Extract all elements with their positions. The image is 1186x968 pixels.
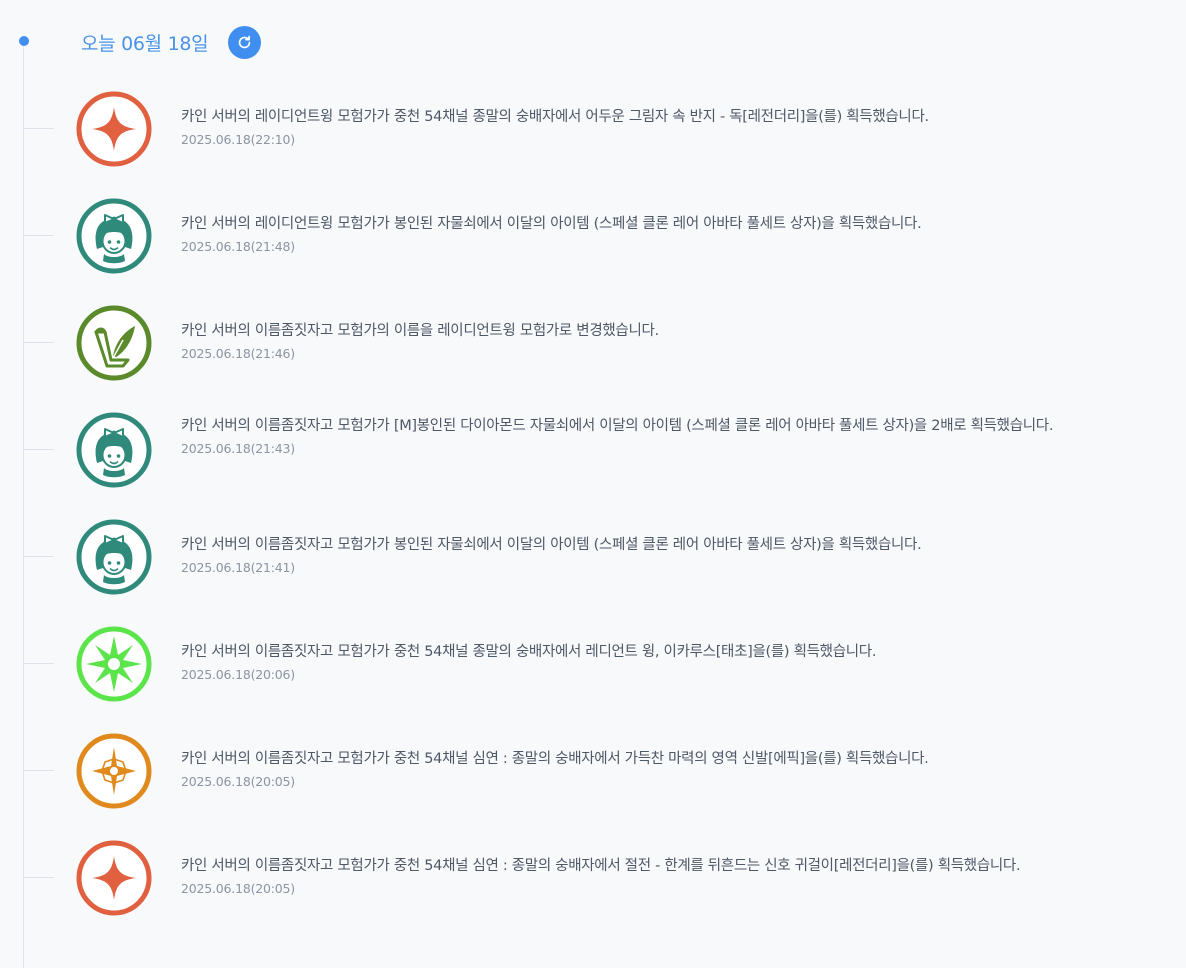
legendary-star-icon (75, 90, 153, 168)
entry-message: 카인 서버의 이름좀짓자고 모험가가 [M]봉인된 다이아몬드 자물쇠에서 이달… (181, 418, 1054, 434)
entry-tick (24, 235, 54, 236)
entry-tick (24, 128, 54, 129)
legendary-star-icon (75, 839, 153, 917)
entry-message: 카인 서버의 레이디언트윙 모험가가 중천 54채널 종말의 숭배자에서 어두운… (181, 109, 929, 125)
entry-text: 카인 서버의 이름좀짓자고 모험가가 중천 54채널 심연 : 종말의 숭배자에… (181, 747, 1141, 791)
entry-message: 카인 서버의 이름좀짓자고 모험가가 중천 54채널 심연 : 종말의 숭배자에… (181, 858, 1021, 874)
entry-tick (24, 342, 54, 343)
entry-tick (24, 449, 54, 450)
entry-message: 카인 서버의 이름좀짓자고 모험가가 중천 54채널 종말의 숭배자에서 레디언… (181, 644, 877, 660)
refresh-button[interactable] (228, 25, 262, 59)
entry-timestamp: 2025.06.18(21:43) (181, 441, 295, 456)
timeline-entry: 카인 서버의 이름좀짓자고 모험가의 이름을 레이디언트윙 모험가로 변경했습니… (0, 304, 1186, 384)
entry-text: 카인 서버의 레이디언트윙 모험가가 중천 54채널 종말의 숭배자에서 어두운… (181, 105, 1141, 149)
avatar-girl-icon (75, 197, 153, 275)
timeline-entry: 카인 서버의 레이디언트윙 모험가가 봉인된 자물쇠에서 이달의 아이템 (스페… (0, 197, 1186, 277)
entry-text: 카인 서버의 이름좀짓자고 모험가가 [M]봉인된 다이아몬드 자물쇠에서 이달… (181, 414, 1141, 458)
entry-tick (24, 556, 54, 557)
entry-timestamp: 2025.06.18(21:46) (181, 346, 295, 361)
timeline-entry: 카인 서버의 이름좀짓자고 모험가가 봉인된 자물쇠에서 이달의 아이템 (스페… (0, 518, 1186, 598)
entry-timestamp: 2025.06.18(20:05) (181, 774, 295, 789)
activity-timeline: 오늘 06월 18일 카인 서버의 레이디언트윙 모험가가 중천 54채널 종말… (0, 0, 1186, 968)
entry-timestamp: 2025.06.18(20:06) (181, 667, 295, 682)
entry-text: 카인 서버의 이름좀짓자고 모험가가 봉인된 자물쇠에서 이달의 아이템 (스페… (181, 533, 1141, 577)
avatar-girl-icon (75, 518, 153, 596)
entry-text: 카인 서버의 이름좀짓자고 모험가가 중천 54채널 심연 : 종말의 숭배자에… (181, 854, 1141, 898)
entry-timestamp: 2025.06.18(20:05) (181, 881, 295, 896)
entry-message: 카인 서버의 레이디언트윙 모험가가 봉인된 자물쇠에서 이달의 아이템 (스페… (181, 216, 922, 232)
entry-tick (24, 877, 54, 878)
entry-tick (24, 663, 54, 664)
timeline-header: 오늘 06월 18일 (81, 24, 262, 60)
date-title: 오늘 06월 18일 (81, 32, 209, 55)
timeline-entry: 카인 서버의 이름좀짓자고 모험가가 중천 54채널 심연 : 종말의 숭배자에… (0, 839, 1186, 919)
epic-star-icon (75, 732, 153, 810)
avatar-girl-icon (75, 411, 153, 489)
entry-timestamp: 2025.06.18(21:48) (181, 239, 295, 254)
timeline-entry: 카인 서버의 이름좀짓자고 모험가가 중천 54채널 심연 : 종말의 숭배자에… (0, 732, 1186, 812)
timeline-dot (19, 36, 29, 46)
timeline-entry: 카인 서버의 레이디언트윙 모험가가 중천 54채널 종말의 숭배자에서 어두운… (0, 90, 1186, 170)
entry-message: 카인 서버의 이름좀짓자고 모험가가 봉인된 자물쇠에서 이달의 아이템 (스페… (181, 537, 922, 553)
rename-quill-icon (75, 304, 153, 382)
entry-text: 카인 서버의 레이디언트윙 모험가가 봉인된 자물쇠에서 이달의 아이템 (스페… (181, 212, 1141, 256)
timeline-entry: 카인 서버의 이름좀짓자고 모험가가 [M]봉인된 다이아몬드 자물쇠에서 이달… (0, 411, 1186, 491)
entry-message: 카인 서버의 이름좀짓자고 모험가의 이름을 레이디언트윙 모험가로 변경했습니… (181, 323, 659, 339)
entry-timestamp: 2025.06.18(22:10) (181, 132, 295, 147)
refresh-icon (239, 35, 251, 48)
entry-message: 카인 서버의 이름좀짓자고 모험가가 중천 54채널 심연 : 종말의 숭배자에… (181, 751, 929, 767)
timeline-line (23, 40, 24, 968)
entry-text: 카인 서버의 이름좀짓자고 모험가가 중천 54채널 종말의 숭배자에서 레디언… (181, 640, 1141, 684)
entry-tick (24, 770, 54, 771)
entry-timestamp: 2025.06.18(21:41) (181, 560, 295, 575)
taecho-burst-icon (75, 625, 153, 703)
entry-text: 카인 서버의 이름좀짓자고 모험가의 이름을 레이디언트윙 모험가로 변경했습니… (181, 319, 1141, 363)
timeline-entry: 카인 서버의 이름좀짓자고 모험가가 중천 54채널 종말의 숭배자에서 레디언… (0, 625, 1186, 705)
